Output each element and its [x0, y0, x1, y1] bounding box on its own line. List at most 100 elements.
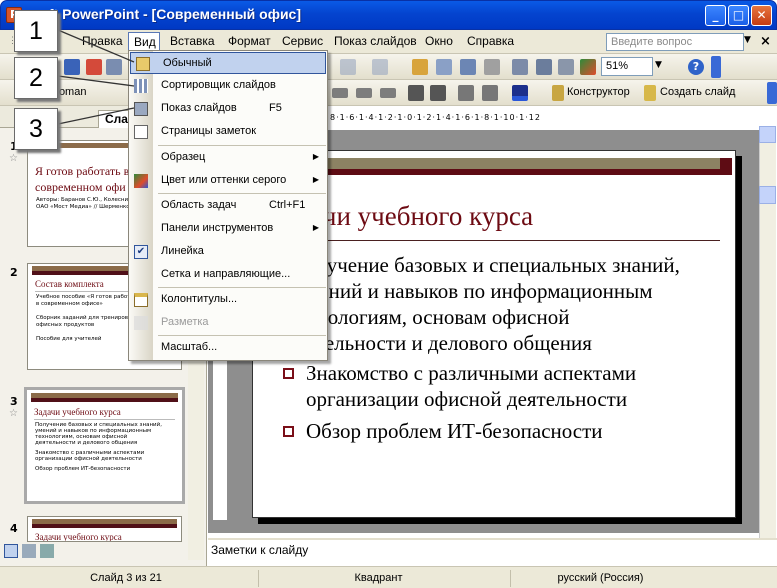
- menu-item-label: Масштаб...: [161, 341, 218, 353]
- show-formatting-icon[interactable]: [536, 59, 552, 75]
- submenu-arrow-icon: ▶: [312, 223, 319, 232]
- menu-item-label: Сетка и направляющие...: [161, 268, 291, 280]
- notes-pane[interactable]: Заметки к слайду: [208, 538, 777, 566]
- menu-item-zoom[interactable]: Масштаб...: [129, 337, 327, 359]
- slide-sorter-icon: [134, 79, 148, 93]
- slide-bullet-text[interactable]: олучение базовых и специальных знаний,: [306, 252, 680, 278]
- menu-item-shortcut: F5: [269, 102, 282, 114]
- slide-bullet-text[interactable]: ятельности и делового общения: [306, 330, 592, 356]
- menu-help[interactable]: Справка: [467, 34, 514, 48]
- color-grayscale-icon[interactable]: [580, 59, 596, 75]
- menu-item-toolbars[interactable]: Панели инструментов ▶: [129, 218, 327, 240]
- menu-tools[interactable]: Сервис: [282, 34, 323, 48]
- menu-item-slide-sorter[interactable]: Сортировщик слайдов: [129, 75, 327, 97]
- document-close-button[interactable]: ×: [760, 34, 771, 49]
- slide-decor-bar: [290, 158, 720, 169]
- redo-icon[interactable]: [372, 59, 388, 75]
- numbering-icon[interactable]: [356, 88, 372, 98]
- help-question-input[interactable]: Введите вопрос: [606, 33, 744, 51]
- menu-item-header-footer[interactable]: Колонтитулы...: [129, 289, 327, 311]
- menu-item-markup[interactable]: Разметка: [129, 312, 327, 334]
- menu-item-ruler[interactable]: ✔ Линейка: [129, 241, 327, 263]
- thumbnail-text: организации офисной деятельности: [35, 456, 142, 462]
- menu-format[interactable]: Формат: [228, 34, 271, 48]
- slide-bullet-text[interactable]: организации офисной деятельности: [306, 386, 627, 412]
- slide-title[interactable]: ачи учебного курса: [312, 201, 533, 232]
- save-icon[interactable]: [64, 59, 80, 75]
- thumbnail-text: офисных продуктов: [36, 322, 95, 328]
- scroll-thumb[interactable]: [759, 186, 776, 204]
- view-buttons: [4, 544, 58, 560]
- callout-number: 1: [14, 10, 58, 52]
- callout-number: 2: [14, 57, 58, 99]
- window-title: osoft PowerPoint - [Современный офис]: [24, 6, 301, 22]
- bullets-icon[interactable]: [380, 88, 396, 98]
- menu-window[interactable]: Окно: [425, 34, 453, 48]
- zoom-dropdown-arrow[interactable]: ▼: [655, 60, 662, 70]
- normal-view-icon: [136, 57, 150, 71]
- minimize-button[interactable]: _: [705, 5, 726, 26]
- show-grid-icon[interactable]: [558, 59, 574, 75]
- status-language: русский (Россия): [510, 570, 690, 587]
- new-slide-button[interactable]: Создать слайд: [660, 86, 735, 98]
- horizontal-ruler[interactable]: 8·1·6·1·4·1·2·1·0·1·2·1·4·1·6·1·8·1·10·1…: [330, 110, 745, 126]
- insert-chart-icon[interactable]: [412, 59, 428, 75]
- thumbnail-title: Задачи учебного курса: [34, 407, 121, 417]
- slide-thumbnail-selected[interactable]: Задачи учебного курса Получение базовых …: [24, 387, 185, 504]
- menu-item-notes-page[interactable]: Страницы заметок: [129, 121, 327, 143]
- undo-icon[interactable]: [340, 59, 356, 75]
- slide-bullet-text[interactable]: мений и навыков по информационным: [306, 278, 653, 304]
- slide-thumbnail[interactable]: Задачи учебного курса: [27, 516, 182, 542]
- menu-slideshow[interactable]: Показ слайдов: [334, 34, 417, 48]
- slide-number: 4: [10, 522, 18, 535]
- scroll-up-icon[interactable]: [759, 126, 776, 143]
- tables-borders-icon[interactable]: [460, 59, 476, 75]
- standard-toolbar: 51% ▼ ?: [0, 54, 777, 80]
- normal-view-icon[interactable]: [4, 544, 18, 558]
- menu-item-label: Страницы заметок: [161, 125, 257, 137]
- slide-bullet-text[interactable]: хнологиям, основам офисной: [306, 304, 569, 330]
- insert-hyperlink-icon[interactable]: [484, 59, 500, 75]
- submenu-arrow-icon: ▶: [312, 175, 319, 184]
- increase-indent-icon[interactable]: [482, 85, 498, 101]
- slideshow-icon: [134, 102, 148, 116]
- align-justify-icon[interactable]: [332, 88, 348, 98]
- menu-item-grid-guides[interactable]: Сетка и направляющие...: [129, 264, 327, 286]
- email-icon[interactable]: [106, 59, 122, 75]
- constructor-icon: [552, 85, 564, 101]
- help-icon[interactable]: ?: [688, 59, 704, 75]
- menu-edit[interactable]: Правка: [82, 34, 123, 48]
- constructor-button[interactable]: Конструктор: [567, 86, 630, 98]
- slide-bullet-text[interactable]: Знакомство с различными аспектами: [306, 360, 636, 386]
- menu-item-master[interactable]: Образец ▶: [129, 147, 327, 169]
- slide-bullet-text[interactable]: Обзор проблем ИТ-безопасности: [306, 418, 603, 444]
- menu-bar: ⋮ Правка Вид Вставка Формат Сервис Показ…: [0, 30, 777, 54]
- menu-separator: [158, 145, 326, 146]
- permission-icon[interactable]: [86, 59, 102, 75]
- menu-item-slideshow[interactable]: Показ слайдов F5: [129, 98, 327, 120]
- close-button[interactable]: ✕: [751, 5, 772, 26]
- menu-item-normal[interactable]: Обычный: [130, 52, 326, 74]
- slideshow-icon[interactable]: [40, 544, 54, 558]
- slide-sorter-icon[interactable]: [22, 544, 36, 558]
- menu-item-task-pane[interactable]: Область задач Ctrl+F1: [129, 195, 327, 217]
- toolbar-options-icon[interactable]: [767, 82, 777, 104]
- decrease-font-icon[interactable]: [430, 85, 446, 101]
- increase-font-icon[interactable]: [408, 85, 424, 101]
- zoom-select[interactable]: 51%: [601, 57, 653, 76]
- menu-separator: [158, 193, 326, 194]
- menu-item-color-grayscale[interactable]: Цвет или оттенки серого ▶: [129, 170, 327, 192]
- menu-item-label: Показ слайдов: [161, 102, 237, 114]
- expand-all-icon[interactable]: [512, 59, 528, 75]
- toolbar-options-icon[interactable]: [711, 56, 721, 78]
- menu-insert[interactable]: Вставка: [170, 34, 215, 48]
- slide-decor-bar: [290, 169, 720, 175]
- slide-decor-square: [720, 158, 732, 175]
- help-dropdown-arrow[interactable]: ▼: [744, 35, 751, 45]
- insert-table-icon[interactable]: [436, 59, 452, 75]
- maximize-button[interactable]: □: [728, 5, 749, 26]
- decrease-indent-icon[interactable]: [458, 85, 474, 101]
- font-color-icon[interactable]: [512, 85, 528, 101]
- menu-view[interactable]: Вид: [128, 32, 160, 52]
- callout-number: 3: [14, 108, 58, 150]
